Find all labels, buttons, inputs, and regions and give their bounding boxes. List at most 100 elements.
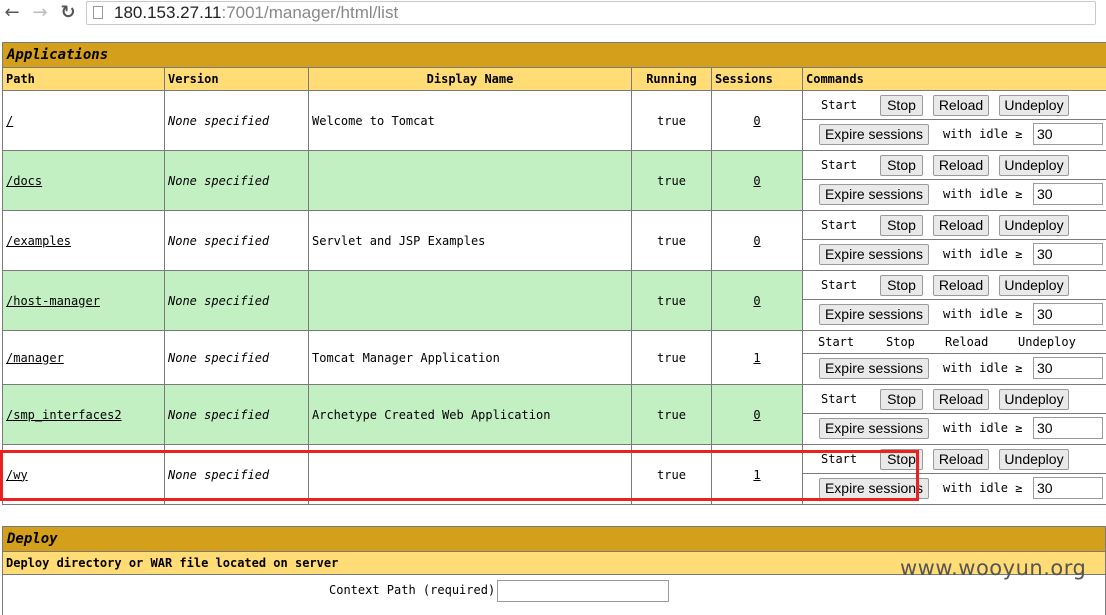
- idle-input[interactable]: 30: [1033, 417, 1103, 439]
- app-row: /wyNone specifiedtrue1StartStopReloadUnd…: [3, 445, 1106, 505]
- expire-sessions-button[interactable]: Expire sessions: [819, 304, 929, 325]
- app-path-link[interactable]: /examples: [6, 234, 71, 248]
- app-sessions-cell: 0: [712, 385, 803, 445]
- idle-input[interactable]: 30: [1033, 477, 1103, 499]
- back-icon[interactable]: ←: [2, 3, 22, 23]
- app-path-cell: /wy: [3, 445, 165, 505]
- app-commands: Start Stop Reload Undeploy Expire sessionswi…: [803, 151, 1106, 211]
- header-running: Running: [632, 68, 712, 91]
- app-version: None specified: [165, 91, 309, 151]
- undeploy-button[interactable]: Undeploy: [999, 155, 1069, 176]
- header-sessions: Sessions: [712, 68, 803, 91]
- reload-icon[interactable]: ↻: [58, 3, 78, 23]
- url-text[interactable]: 180.153.27.11:7001/manager/html/list: [114, 3, 398, 23]
- app-row: /managerNone specifiedTomcat Manager App…: [3, 331, 1106, 385]
- start-label: Start: [821, 158, 857, 172]
- forward-icon[interactable]: →: [30, 3, 50, 23]
- undeploy-button[interactable]: Undeploy: [999, 95, 1069, 116]
- command-line-1: Start Stop Reload Undeploy: [803, 151, 1106, 180]
- app-sessions-cell: 0: [712, 271, 803, 331]
- reload-button[interactable]: Reload: [933, 275, 989, 296]
- undeploy-button[interactable]: Undeploy: [999, 215, 1069, 236]
- reload-button[interactable]: Reload: [933, 389, 989, 410]
- app-path-link[interactable]: /docs: [6, 174, 42, 188]
- expire-sessions-button[interactable]: Expire sessions: [819, 184, 929, 205]
- app-sessions-link[interactable]: 0: [753, 114, 760, 128]
- header-display-name: Display Name: [309, 68, 632, 91]
- idle-input[interactable]: 30: [1033, 123, 1103, 145]
- app-path-link[interactable]: /host-manager: [6, 294, 100, 308]
- reload-button[interactable]: Reload: [933, 215, 989, 236]
- start-label: Start: [818, 335, 854, 349]
- start-label: Start: [821, 98, 857, 112]
- expire-sessions-button[interactable]: Expire sessions: [819, 478, 929, 499]
- header-commands: Commands: [803, 68, 1106, 91]
- expire-sessions-button[interactable]: Expire sessions: [819, 418, 929, 439]
- app-row: /docsNone specifiedtrue0StartStopReloadU…: [3, 151, 1106, 211]
- app-commands: StartStopReloadUndeployExpire sessionswi…: [803, 91, 1106, 151]
- app-path-cell: /host-manager: [3, 271, 165, 331]
- undeploy-button[interactable]: Undeploy: [999, 275, 1069, 296]
- address-bar[interactable]: 180.153.27.11:7001/manager/html/list: [86, 1, 1096, 25]
- app-path-link[interactable]: /: [6, 114, 13, 128]
- stop-button[interactable]: Stop: [880, 449, 923, 470]
- app-row: /None specifiedWelcome to Tomcattrue0Sta…: [3, 91, 1106, 151]
- app-sessions-link[interactable]: 1: [753, 351, 760, 365]
- command-line-2: Expire sessions with idle ≥ 30: [803, 240, 1106, 270]
- expire-sessions-button[interactable]: Expire sessions: [819, 244, 929, 265]
- app-sessions-link[interactable]: 0: [753, 234, 760, 248]
- app-running: true: [632, 271, 712, 331]
- with-idle-label: with idle ≥: [943, 481, 1022, 495]
- app-path-cell: /smp_interfaces2: [3, 385, 165, 445]
- idle-input[interactable]: 30: [1033, 183, 1103, 205]
- app-commands: StartStopReloadUndeployExpire sessionswi…: [803, 331, 1106, 385]
- app-commands: StartStopReloadUndeployExpire sessionswi…: [803, 211, 1106, 271]
- app-running: true: [632, 91, 712, 151]
- app-running: true: [632, 385, 712, 445]
- stop-button[interactable]: Stop: [880, 275, 923, 296]
- stop-label: Stop: [886, 335, 915, 349]
- app-display-name: Servlet and JSP Examples: [309, 211, 632, 271]
- app-path-link[interactable]: /smp_interfaces2: [6, 408, 122, 422]
- app-sessions-link[interactable]: 0: [753, 408, 760, 422]
- app-version: None specified: [165, 445, 309, 505]
- app-sessions-link[interactable]: 1: [753, 468, 760, 482]
- applications-title: Applications: [3, 43, 1106, 68]
- context-path-input[interactable]: [497, 580, 669, 602]
- app-sessions-cell: 1: [712, 331, 803, 385]
- undeploy-label: Undeploy: [1018, 335, 1076, 349]
- idle-input[interactable]: 30: [1033, 303, 1103, 325]
- app-sessions-link[interactable]: 0: [753, 294, 760, 308]
- context-path-label: Context Path (required):: [329, 583, 502, 597]
- stop-button[interactable]: Stop: [880, 215, 923, 236]
- stop-button[interactable]: Stop: [880, 95, 923, 116]
- expire-sessions-button[interactable]: Expire sessions: [819, 124, 929, 145]
- app-running: true: [632, 151, 712, 211]
- stop-button[interactable]: Stop: [880, 389, 923, 410]
- app-path-link[interactable]: /wy: [6, 468, 28, 482]
- command-line-2: Expire sessionswith idle ≥30: [803, 180, 1106, 210]
- start-label: Start: [821, 278, 857, 292]
- app-commands: StartStopReloadUndeployExpire sessionswi…: [803, 385, 1106, 445]
- stop-button[interactable]: Stop: [880, 155, 923, 176]
- with-idle-label: with idle ≥: [943, 247, 1022, 261]
- app-path-link[interactable]: /manager: [6, 351, 64, 365]
- command-line-2: Expire sessions with idle ≥ 30: [803, 474, 1106, 504]
- app-sessions-link[interactable]: 0: [753, 174, 760, 188]
- undeploy-button[interactable]: Undeploy: [999, 449, 1069, 470]
- idle-input[interactable]: 30: [1033, 243, 1103, 265]
- with-idle-label: with idle ≥: [943, 421, 1022, 435]
- reload-button[interactable]: Reload: [933, 155, 989, 176]
- app-sessions-cell: 0: [712, 211, 803, 271]
- idle-input[interactable]: 30: [1033, 357, 1103, 379]
- reload-button[interactable]: Reload: [933, 95, 989, 116]
- app-sessions-cell: 0: [712, 91, 803, 151]
- undeploy-button[interactable]: Undeploy: [999, 389, 1069, 410]
- expire-sessions-button[interactable]: Expire sessions: [819, 358, 929, 379]
- reload-button[interactable]: Reload: [933, 449, 989, 470]
- app-path-cell: /manager: [3, 331, 165, 385]
- app-display-name: Tomcat Manager Application: [309, 331, 632, 385]
- app-row: /host-managerNone specifiedtrue0StartSto…: [3, 271, 1106, 331]
- app-sessions-cell: 1: [712, 445, 803, 505]
- page-icon: [93, 6, 103, 19]
